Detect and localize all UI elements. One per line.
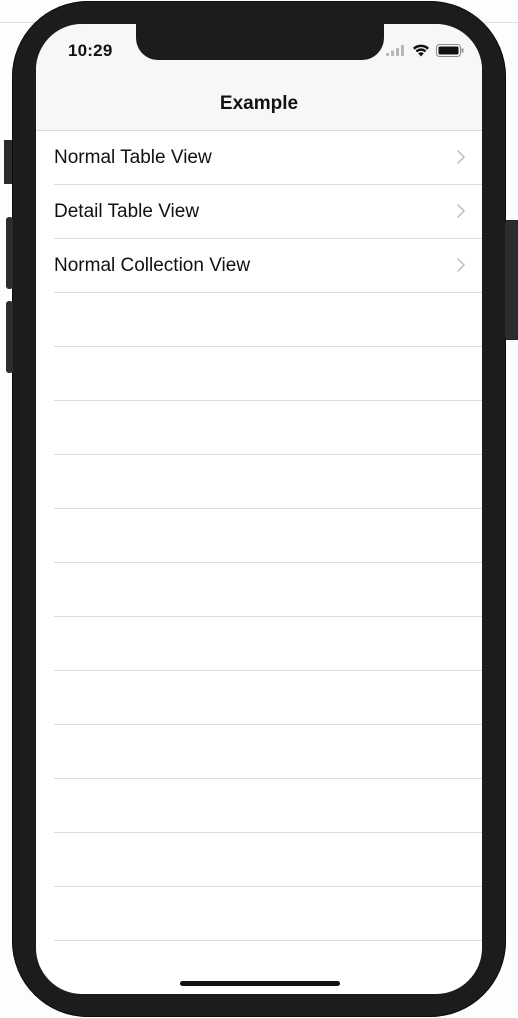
empty-rows [36,293,482,994]
device-notch [136,24,384,60]
empty-table-row [36,725,482,779]
empty-table-row [36,887,482,941]
empty-table-row [36,455,482,509]
empty-table-row [36,401,482,455]
empty-table-row [36,671,482,725]
empty-table-row [36,833,482,887]
volume-button [6,301,13,373]
empty-table-row [36,941,482,994]
status-time: 10:29 [68,41,113,60]
table-row-normal-table-view[interactable]: Normal Table View [36,131,482,185]
cellular-signal-icon [386,45,404,56]
nav-title: Example [219,93,299,114]
side-button [505,221,512,339]
empty-table-row [36,293,482,347]
battery-icon [436,43,464,57]
table-row-detail-table-view[interactable]: Detail Table View [36,185,482,239]
wifi-icon [413,44,429,56]
row-label: Normal Collection View [54,255,251,276]
silent-switch [6,217,13,289]
stage: 10:29 Example Normal Table View Detail T… [0,0,518,1018]
chevron-right-icon [457,204,465,218]
empty-table-row [36,347,482,401]
home-indicator[interactable] [180,981,340,986]
table-view[interactable]: Normal Table View Detail Table View Norm… [36,131,482,994]
row-label: Normal Table View [54,147,212,168]
row-label: Detail Table View [54,201,200,222]
chevron-right-icon [457,258,465,272]
navigation-bar: Example [36,80,482,131]
background-block [4,140,12,184]
empty-table-row [36,509,482,563]
iphone-device-frame: 10:29 Example Normal Table View Detail T… [6,1,512,1017]
device-screen: 10:29 Example Normal Table View Detail T… [36,24,482,994]
table-row-normal-collection-view[interactable]: Normal Collection View [36,239,482,293]
empty-table-row [36,779,482,833]
empty-table-row [36,617,482,671]
chevron-right-icon [457,150,465,164]
empty-table-row [36,563,482,617]
status-icons [386,43,464,57]
